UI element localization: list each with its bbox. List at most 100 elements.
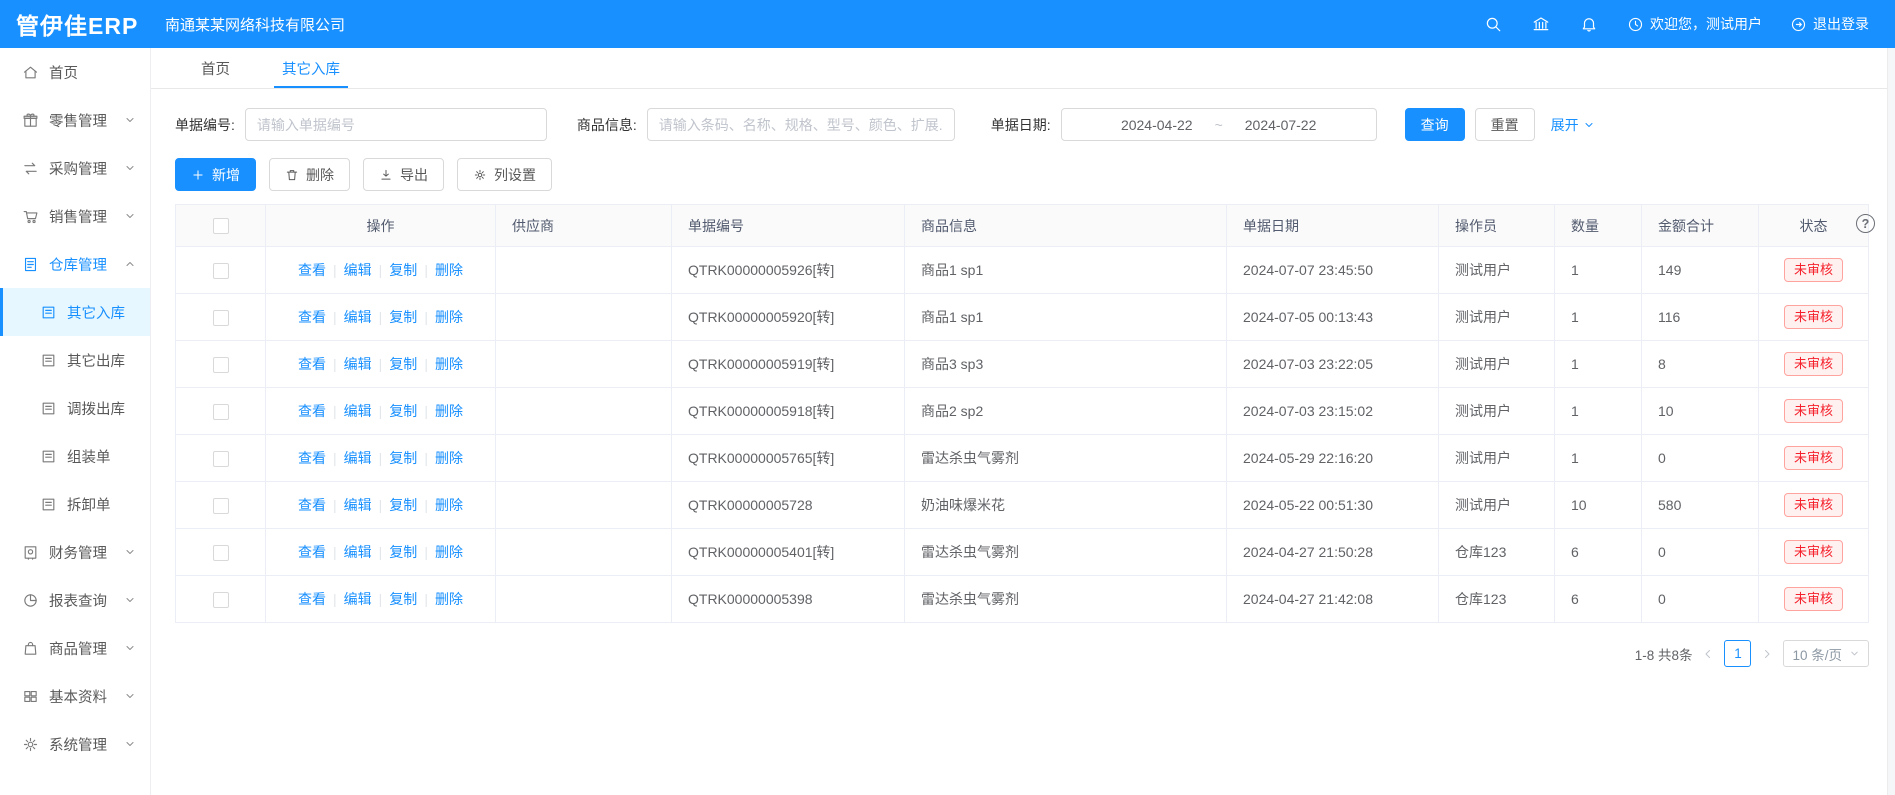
help-icon[interactable]: ? <box>1856 214 1875 233</box>
date-to-value[interactable]: 2024-07-22 <box>1245 117 1317 133</box>
row-checkbox[interactable] <box>213 357 229 373</box>
row-checkbox[interactable] <box>213 545 229 561</box>
form-icon <box>40 448 57 465</box>
row-checkbox[interactable] <box>213 404 229 420</box>
column-header-operator: 操作员 <box>1439 205 1555 247</box>
row-checkbox[interactable] <box>213 498 229 514</box>
delete-link[interactable]: 删除 <box>435 262 463 278</box>
delete-link[interactable]: 删除 <box>435 497 463 513</box>
row-checkbox[interactable] <box>213 310 229 326</box>
table-row: 查看|编辑|复制|删除 QTRK00000005401[转] 雷达杀虫气雾剂 2… <box>176 529 1869 576</box>
row-actions-cell: 查看|编辑|复制|删除 <box>266 388 496 435</box>
sidebar-item-disassembly[interactable]: 拆卸单 <box>0 480 150 528</box>
tenant-icon[interactable] <box>1531 14 1551 34</box>
delete-link[interactable]: 删除 <box>435 450 463 466</box>
edit-link[interactable]: 编辑 <box>344 403 372 419</box>
edit-link[interactable]: 编辑 <box>344 262 372 278</box>
delete-link[interactable]: 删除 <box>435 403 463 419</box>
status-badge: 未审核 <box>1784 493 1843 517</box>
delete-button[interactable]: 删除 <box>269 158 350 191</box>
view-link[interactable]: 查看 <box>298 497 326 513</box>
add-button-label: 新增 <box>212 165 240 185</box>
delete-link[interactable]: 删除 <box>435 356 463 372</box>
row-checkbox[interactable] <box>213 592 229 608</box>
view-link[interactable]: 查看 <box>298 262 326 278</box>
copy-link[interactable]: 复制 <box>389 356 417 372</box>
product-info-input[interactable] <box>647 108 955 141</box>
search-button[interactable]: 查询 <box>1405 108 1465 141</box>
edit-link[interactable]: 编辑 <box>344 356 372 372</box>
view-link[interactable]: 查看 <box>298 309 326 325</box>
order-no-input[interactable] <box>245 108 547 141</box>
row-actions-cell: 查看|编辑|复制|删除 <box>266 247 496 294</box>
edit-link[interactable]: 编辑 <box>344 591 372 607</box>
column-settings-button[interactable]: 列设置 <box>457 158 552 191</box>
sidebar-item-goods[interactable]: 商品管理 <box>0 624 150 672</box>
welcome-user[interactable]: 欢迎您，测试用户 <box>1627 14 1762 34</box>
date-cell: 2024-05-29 22:16:20 <box>1227 435 1439 482</box>
prev-page-button[interactable] <box>1702 648 1714 660</box>
copy-link[interactable]: 复制 <box>389 450 417 466</box>
expand-toggle[interactable]: 展开 <box>1551 115 1595 135</box>
amount-cell: 0 <box>1642 435 1759 482</box>
view-link[interactable]: 查看 <box>298 450 326 466</box>
sidebar-item-home[interactable]: 首页 <box>0 48 150 96</box>
tab-other-inbound[interactable]: 其它入库 <box>256 48 366 88</box>
sidebar-item-assembly[interactable]: 组装单 <box>0 432 150 480</box>
row-checkbox[interactable] <box>213 263 229 279</box>
current-page-button[interactable]: 1 <box>1724 640 1751 667</box>
copy-link[interactable]: 复制 <box>389 497 417 513</box>
delete-link[interactable]: 删除 <box>435 309 463 325</box>
view-link[interactable]: 查看 <box>298 356 326 372</box>
page-size-select[interactable]: 10 条/页 <box>1783 640 1869 667</box>
form-icon <box>40 400 57 417</box>
copy-link[interactable]: 复制 <box>389 403 417 419</box>
date-range-picker[interactable]: 2024-04-22 ~ 2024-07-22 <box>1061 108 1377 141</box>
sidebar-item-reports[interactable]: 报表查询 <box>0 576 150 624</box>
user-icon <box>1627 16 1644 33</box>
sidebar-item-system[interactable]: 系统管理 <box>0 720 150 768</box>
copy-link[interactable]: 复制 <box>389 591 417 607</box>
sidebar-item-label: 其它出库 <box>67 350 125 371</box>
edit-link[interactable]: 编辑 <box>344 544 372 560</box>
sidebar-item-warehouse[interactable]: 仓库管理 <box>0 240 150 288</box>
edit-link[interactable]: 编辑 <box>344 450 372 466</box>
delete-button-label: 删除 <box>306 165 334 185</box>
column-settings-label: 列设置 <box>494 165 536 185</box>
view-link[interactable]: 查看 <box>298 544 326 560</box>
sidebar-item-sales[interactable]: 销售管理 <box>0 192 150 240</box>
search-icon[interactable] <box>1483 14 1503 34</box>
sidebar-item-finance[interactable]: 财务管理 <box>0 528 150 576</box>
edit-link[interactable]: 编辑 <box>344 497 372 513</box>
edit-link[interactable]: 编辑 <box>344 309 372 325</box>
sidebar-item-retail[interactable]: 零售管理 <box>0 96 150 144</box>
sidebar-item-transfer-outbound[interactable]: 调拨出库 <box>0 384 150 432</box>
view-link[interactable]: 查看 <box>298 403 326 419</box>
date-from-value[interactable]: 2024-04-22 <box>1121 117 1193 133</box>
copy-link[interactable]: 复制 <box>389 544 417 560</box>
sidebar-item-other-outbound[interactable]: 其它出库 <box>0 336 150 384</box>
delete-link[interactable]: 删除 <box>435 544 463 560</box>
reset-button[interactable]: 重置 <box>1475 108 1535 141</box>
select-all-checkbox[interactable] <box>213 218 229 234</box>
data-table: 操作 供应商 单据编号 商品信息 单据日期 操作员 数量 金额合计 状态 <box>175 204 1871 623</box>
tab-home[interactable]: 首页 <box>175 48 256 88</box>
status-cell: 未审核 <box>1759 341 1869 388</box>
next-page-button[interactable] <box>1761 648 1773 660</box>
logout-button[interactable]: 退出登录 <box>1790 14 1869 34</box>
table-row: 查看|编辑|复制|删除 QTRK00000005728 奶油味爆米花 2024-… <box>176 482 1869 529</box>
row-checkbox[interactable] <box>213 451 229 467</box>
export-button[interactable]: 导出 <box>363 158 444 191</box>
date-cell: 2024-07-03 23:22:05 <box>1227 341 1439 388</box>
add-button[interactable]: 新增 <box>175 158 256 191</box>
notification-bell-icon[interactable] <box>1579 14 1599 34</box>
delete-link[interactable]: 删除 <box>435 591 463 607</box>
copy-link[interactable]: 复制 <box>389 262 417 278</box>
view-link[interactable]: 查看 <box>298 591 326 607</box>
sidebar-item-other-inbound[interactable]: 其它入库 <box>0 288 150 336</box>
sidebar-item-purchase[interactable]: 采购管理 <box>0 144 150 192</box>
copy-link[interactable]: 复制 <box>389 309 417 325</box>
vertical-scrollbar[interactable] <box>1887 48 1895 795</box>
chevron-down-icon <box>1583 119 1595 131</box>
sidebar-item-basic-data[interactable]: 基本资料 <box>0 672 150 720</box>
